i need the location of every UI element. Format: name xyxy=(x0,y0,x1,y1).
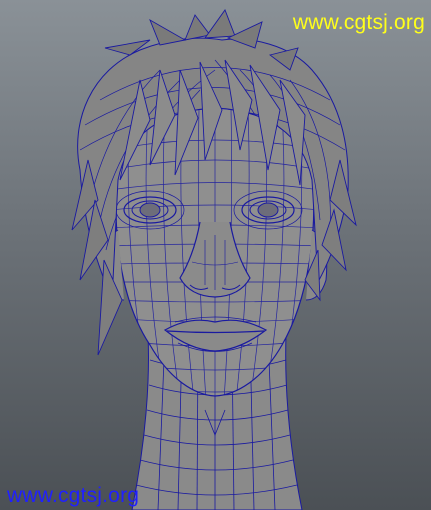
head-model[interactable] xyxy=(0,0,431,510)
watermark-top: www.cgtsj.org xyxy=(292,11,425,34)
viewport-3d[interactable]: www.cgtsj.org www.cgtsj.org xyxy=(0,0,431,510)
watermark-bottom: www.cgtsj.org xyxy=(7,484,140,507)
face-mesh xyxy=(115,107,315,397)
